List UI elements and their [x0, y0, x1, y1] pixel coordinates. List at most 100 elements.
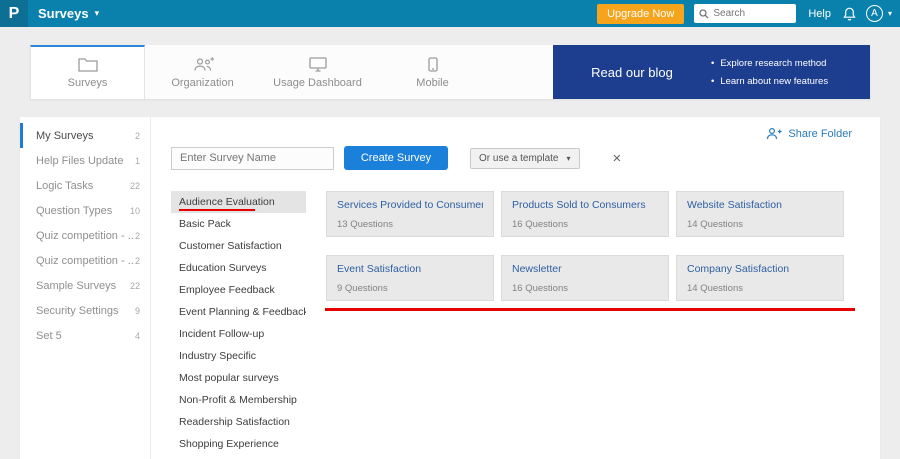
sidebar-item-count: 9 [134, 305, 140, 316]
sidebar-item-set-5[interactable]: Set 5 4 [20, 323, 150, 348]
category-non-profit-membership[interactable]: Non-Profit & Membership [171, 389, 306, 411]
sidebar-item-question-types[interactable]: Question Types 10 [20, 198, 150, 223]
blog-bullets: • Explore research method • Learn about … [711, 58, 828, 87]
category-customer-satisfaction[interactable]: Customer Satisfaction [171, 235, 306, 257]
annotation-line [325, 308, 855, 311]
blog-banner[interactable]: Read our blog • Explore research method … [553, 45, 870, 99]
annotation-underline [179, 209, 255, 211]
share-folder-label: Share Folder [788, 127, 852, 140]
account-menu[interactable]: A ▾ [865, 5, 892, 22]
sidebar-item-count: 22 [129, 180, 140, 191]
sidebar-item-count: 10 [129, 205, 140, 216]
create-survey-button[interactable]: Create Survey [344, 146, 448, 170]
sidebar-item-security-settings[interactable]: Security Settings 9 [20, 298, 150, 323]
folders-sidebar: My Surveys 2 Help Files Update 1 Logic T… [20, 117, 151, 459]
template-dropdown-label: Or use a template [479, 152, 559, 164]
share-person-icon [766, 127, 783, 140]
product-switcher[interactable]: Surveys ▾ [28, 6, 99, 21]
sidebar-item-quiz-competition-1[interactable]: Quiz competition - ... 2 [20, 223, 150, 248]
main-panel: My Surveys 2 Help Files Update 1 Logic T… [20, 117, 880, 459]
blog-bullet-text: Learn about new features [720, 75, 829, 87]
template-card[interactable]: Newsletter 16 Questions [501, 255, 669, 301]
bullet-icon: • [711, 75, 715, 87]
upgrade-now-button[interactable]: Upgrade Now [597, 3, 685, 24]
template-dropdown[interactable]: Or use a template ▾ [470, 147, 580, 169]
notifications-bell-icon[interactable] [843, 7, 856, 21]
sidebar-item-count: 2 [134, 130, 140, 141]
chevron-down-icon: ▾ [566, 153, 571, 163]
template-title: Event Satisfaction [337, 263, 422, 275]
topbar: P Surveys ▾ Upgrade Now Help A ▾ [0, 0, 900, 27]
people-icon [192, 57, 214, 72]
template-question-count: 13 Questions [337, 219, 393, 230]
sidebar-item-count: 2 [134, 230, 140, 241]
category-readership-satisfaction[interactable]: Readership Satisfaction [171, 411, 306, 433]
category-event-planning-feedback[interactable]: Event Planning & Feedback [171, 301, 306, 323]
sidebar-item-logic-tasks[interactable]: Logic Tasks 22 [20, 173, 150, 198]
sidebar-item-my-surveys[interactable]: My Surveys 2 [20, 123, 150, 148]
template-question-count: 16 Questions [512, 283, 568, 294]
search-input[interactable] [713, 8, 792, 19]
template-cards-grid: Services Provided to Consumers 13 Questi… [326, 191, 866, 459]
sidebar-item-count: 1 [134, 155, 140, 166]
category-basic-pack[interactable]: Basic Pack [171, 213, 306, 235]
product-name: Surveys [38, 6, 89, 21]
template-title: Newsletter [512, 263, 562, 275]
template-category-list: Audience Evaluation Basic Pack Customer … [171, 191, 306, 459]
sidebar-item-sample-surveys[interactable]: Sample Surveys 22 [20, 273, 150, 298]
sidebar-item-label: Sample Surveys [36, 279, 117, 292]
template-question-count: 14 Questions [687, 283, 743, 294]
template-title: Website Satisfaction [687, 199, 782, 211]
template-card[interactable]: Company Satisfaction 14 Questions [676, 255, 844, 301]
sidebar-item-label: My Surveys [36, 129, 94, 142]
blog-title: Read our blog [591, 64, 673, 80]
template-card[interactable]: Event Satisfaction 9 Questions [326, 255, 494, 301]
blog-bullet-item: • Learn about new features [711, 76, 828, 87]
close-icon[interactable]: × [613, 151, 622, 166]
category-audience-evaluation[interactable]: Audience Evaluation [171, 191, 306, 213]
category-incident-follow-up[interactable]: Incident Follow-up [171, 323, 306, 345]
chevron-down-icon: ▾ [887, 9, 892, 18]
template-question-count: 9 Questions [337, 283, 388, 294]
sidebar-item-help-files-update[interactable]: Help Files Update 1 [20, 148, 150, 173]
help-link[interactable]: Help [808, 8, 831, 20]
monitor-icon [308, 57, 327, 72]
survey-name-input[interactable] [171, 146, 334, 170]
tab-usage-dashboard[interactable]: Usage Dashboard [260, 45, 375, 99]
category-employee-feedback[interactable]: Employee Feedback [171, 279, 306, 301]
mobile-icon [427, 57, 438, 72]
sidebar-item-label: Logic Tasks [36, 179, 94, 192]
template-question-count: 16 Questions [512, 219, 568, 230]
share-folder-button[interactable]: Share Folder [766, 127, 852, 140]
bullet-icon: • [711, 57, 715, 69]
category-most-popular-surveys[interactable]: Most popular surveys [171, 367, 306, 389]
avatar: A [865, 5, 883, 22]
sidebar-item-label: Security Settings [36, 304, 119, 317]
sidebar-item-count: 4 [134, 330, 140, 341]
sidebar-item-label: Quiz competition - ... [36, 229, 135, 242]
app-logo[interactable]: P [0, 0, 28, 27]
tab-label: Organization [171, 77, 234, 89]
tab-mobile[interactable]: Mobile [375, 45, 490, 99]
category-education-surveys[interactable]: Education Surveys [171, 257, 306, 279]
template-card[interactable]: Website Satisfaction 14 Questions [676, 191, 844, 237]
folder-icon [77, 57, 98, 72]
create-survey-row: Create Survey Or use a template ▾ × [171, 146, 621, 170]
template-title: Products Sold to Consumers [512, 199, 646, 211]
content-area: Share Folder Create Survey Or use a temp… [151, 117, 880, 459]
sidebar-item-count: 2 [134, 255, 140, 266]
blog-bullet-item: • Explore research method [711, 58, 828, 69]
template-title: Company Satisfaction [687, 263, 790, 275]
sidebar-item-quiz-competition-2[interactable]: Quiz competition - ... 2 [20, 248, 150, 273]
tab-organization[interactable]: Organization [145, 45, 260, 99]
category-shopping-experience[interactable]: Shopping Experience [171, 433, 306, 455]
category-industry-specific[interactable]: Industry Specific [171, 345, 306, 367]
tab-surveys[interactable]: Surveys [30, 45, 145, 99]
template-card[interactable]: Services Provided to Consumers 13 Questi… [326, 191, 494, 237]
sidebar-item-label: Set 5 [36, 329, 62, 342]
template-browser: Audience Evaluation Basic Pack Customer … [171, 191, 866, 459]
category-label: Audience Evaluation [179, 196, 275, 208]
category-testing-new-products[interactable]: Testing New Products & Services [171, 455, 306, 459]
primary-nav: Surveys Organization Usage Dashboard Mob… [30, 45, 870, 99]
template-card[interactable]: Products Sold to Consumers 16 Questions [501, 191, 669, 237]
